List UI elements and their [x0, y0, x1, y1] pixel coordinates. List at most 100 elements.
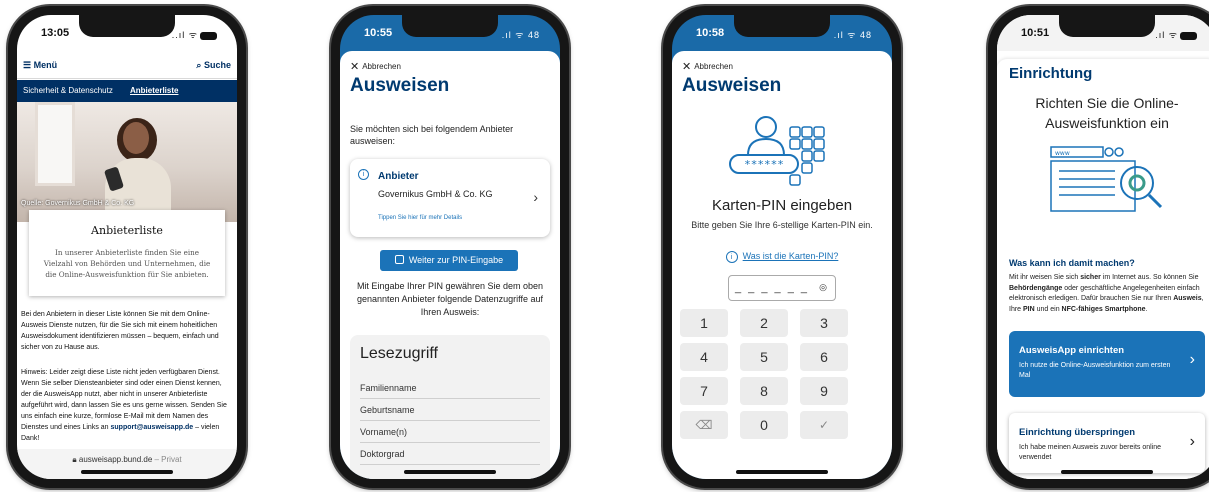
setup-title: Richten Sie die Online-Ausweisfunktion e… [1035, 95, 1179, 131]
phone-notch [402, 15, 498, 37]
status-time: 10:51 [1021, 27, 1050, 39]
status-time: 13:05 [41, 27, 70, 39]
skip-setup-title: Einrichtung überspringen [1019, 427, 1136, 438]
list-item: Geburtsname [360, 399, 540, 421]
hero-person [89, 118, 185, 222]
status-time: 10:58 [696, 27, 725, 39]
key-9[interactable]: 9 [800, 377, 848, 405]
card-text: In unserer Anbieterliste finden Sie eine… [43, 248, 211, 279]
status-time: 10:55 [364, 27, 393, 39]
phone-screen: 10:51 .ıl ᯤ Einrichtung Richten Sie die … [997, 15, 1209, 479]
site-header: ☰ Menü ⌕ Suche [17, 55, 237, 79]
setup-app-title: AusweisApp einrichten [1019, 345, 1125, 356]
pin-help-link[interactable]: i Was ist die Karten-PIN? [672, 251, 892, 263]
modal-sheet: ✕ Abbrechen Ausweisen Sie möchten sich be… [340, 51, 560, 479]
setup-app-button[interactable]: AusweisApp einrichten Ich nutze die Onli… [1009, 331, 1205, 397]
phone-screen: 10:55 .ıl ᯤ 48 ✕ Abbrechen Ausweisen Sie … [340, 15, 560, 479]
list-item: Doktorgrad [360, 443, 540, 465]
close-icon: ✕ [682, 61, 692, 73]
phone-screen: 13:05 ..ıl ᯤ ☰ Menü ⌕ Suche Sicherheit &… [17, 15, 237, 479]
chevron-right-icon: › [1189, 351, 1195, 368]
page-title: Einrichtung [1009, 65, 1093, 82]
illustration-www-text: www [1055, 150, 1070, 157]
phone-website: 13:05 ..ıl ᯤ ☰ Menü ⌕ Suche Sicherheit &… [8, 6, 246, 488]
key-1[interactable]: 1 [680, 309, 728, 337]
read-access-title: Lesezugriff [360, 345, 438, 362]
phone-notch [79, 15, 175, 37]
key-2[interactable]: 2 [740, 309, 788, 337]
pin-placeholder: _ _ _ _ _ _ [735, 282, 809, 294]
card-title: Anbieterliste [91, 224, 163, 237]
setup-description: Mit ihr weisen Sie sich sicher im Intern… [1009, 274, 1204, 313]
continue-to-pin-button[interactable]: Weiter zur PIN-Eingabe [380, 250, 518, 271]
key-5[interactable]: 5 [740, 343, 788, 371]
pin-input[interactable]: _ _ _ _ _ _ ◎ [728, 275, 836, 301]
cancel-button[interactable]: ✕ Abbrechen [682, 60, 733, 73]
signal-wifi-icon: ..ıl ᯤ [171, 30, 198, 40]
list-item: Familienname [360, 377, 540, 399]
support-email-link[interactable]: support@ausweisapp.de [111, 424, 194, 431]
provider-label: Anbieter [378, 171, 419, 182]
skip-setup-button[interactable]: Einrichtung überspringen Ich habe meinen… [1009, 413, 1205, 473]
backspace-icon[interactable]: ⌫ [680, 411, 728, 439]
chevron-right-icon: › [533, 189, 538, 205]
provider-name: Governikus GmbH & Co. KG [378, 189, 493, 199]
hero-image: Quelle: Governikus GmbH & Co. KG [17, 102, 237, 222]
chevron-right-icon: › [1189, 433, 1195, 450]
home-indicator[interactable] [404, 470, 496, 474]
hero-caption: Quelle: Governikus GmbH & Co. KG [21, 200, 135, 207]
breadcrumb-parent[interactable]: Sicherheit & Datenschutz [23, 86, 113, 95]
intro-card: Anbieterliste In unserer Anbieterliste f… [29, 210, 225, 296]
status-icons: ..ıl ᯤ [172, 28, 217, 41]
key-4[interactable]: 4 [680, 343, 728, 371]
phone-screen: 10:58 .ıl ᯤ 48 ✕ Abbrechen Ausweisen ****… [672, 15, 892, 479]
hamburger-icon: ☰ [23, 60, 32, 70]
home-indicator[interactable] [736, 470, 828, 474]
breadcrumb: Sicherheit & Datenschutz Anbieterliste [17, 80, 237, 102]
modal-sheet: ✕ Abbrechen Ausweisen ****** Karten-PIN e… [672, 51, 892, 479]
url-domain: ausweisapp.bund.de [78, 455, 153, 464]
provider-card[interactable]: i Anbieter Governikus GmbH & Co. KG Tipp… [350, 159, 550, 237]
list-item: Vorname(n) [360, 421, 540, 443]
phone-authenticate: 10:55 .ıl ᯤ 48 ✕ Abbrechen Ausweisen Sie … [331, 6, 569, 488]
url-mode: – Privat [152, 455, 182, 464]
search-icon: ⌕ [196, 60, 202, 70]
eye-slash-icon[interactable]: ◎ [819, 282, 827, 293]
page-title: Ausweisen [350, 75, 450, 96]
phone-setup: 10:51 .ıl ᯤ Einrichtung Richten Sie die … [988, 6, 1209, 488]
info-icon: i [358, 169, 369, 180]
read-access-section: Lesezugriff Familienname Geburtsname Vor… [350, 335, 550, 479]
home-indicator[interactable] [1061, 470, 1153, 474]
checkmark-icon[interactable]: ✓ [800, 411, 848, 439]
paragraph-1: Bei den Anbietern in dieser Liste können… [21, 311, 219, 351]
menu-label: Menü [33, 60, 58, 70]
key-0[interactable]: 0 [740, 411, 788, 439]
menu-button[interactable]: ☰ Menü [23, 60, 57, 71]
key-8[interactable]: 8 [740, 377, 788, 405]
browser-id-illustration-icon: www [1050, 146, 1163, 212]
page-title: Ausweisen [682, 75, 782, 96]
access-text: Mit Eingabe Ihrer PIN gewähren Sie dem o… [356, 281, 544, 317]
home-indicator[interactable] [81, 470, 173, 474]
search-button[interactable]: ⌕ Suche [196, 60, 231, 71]
signal-wifi-icon: .ıl ᯤ [1155, 30, 1178, 40]
search-label: Suche [203, 60, 231, 70]
info-icon: i [725, 251, 738, 263]
status-icons: .ıl ᯤ 48 [833, 30, 872, 40]
close-icon: ✕ [350, 61, 360, 73]
provider-details-link[interactable]: Tippen Sie hier für mehr Details [378, 215, 462, 221]
illustration-pin-text: ****** [744, 158, 784, 171]
setup-app-subtitle: Ich nutze die Online-Ausweisfunktion zum… [1019, 362, 1171, 379]
pin-title: Karten-PIN eingeben [711, 197, 853, 214]
url-bar[interactable]: 🔒︎ ausweisapp.bund.de – Privat [17, 449, 237, 479]
intro-text: Sie möchten sich bei folgendem Anbieter … [350, 124, 514, 146]
status-icons: .ıl ᯤ 48 [501, 30, 540, 40]
key-3[interactable]: 3 [800, 309, 848, 337]
phone-notch [734, 15, 830, 37]
cancel-button[interactable]: ✕ Abbrechen [350, 60, 401, 73]
hero-window [35, 102, 75, 186]
lock-icon: 🔒︎ [72, 455, 77, 464]
key-7[interactable]: 7 [680, 377, 728, 405]
breadcrumb-current[interactable]: Anbieterliste [130, 86, 178, 95]
key-6[interactable]: 6 [800, 343, 848, 371]
